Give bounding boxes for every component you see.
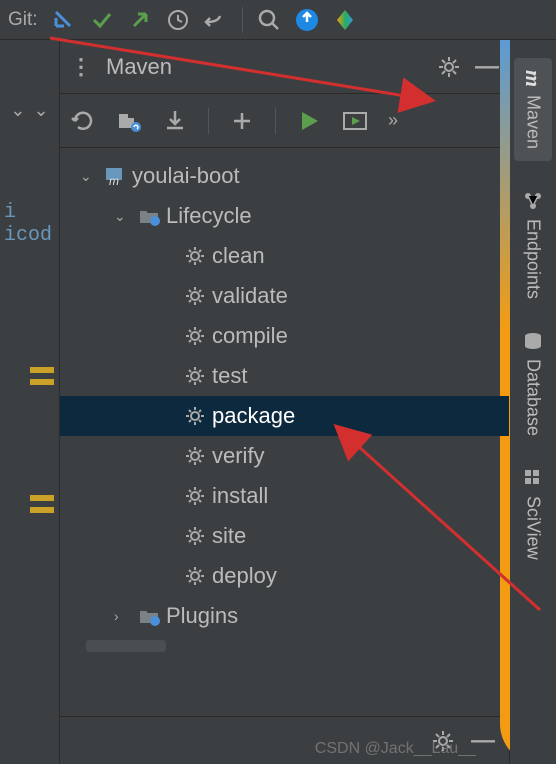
maven-tool-panel: ⋮ Maven — » ⌄ m youlai-boot ⌄	[60, 40, 510, 764]
gear-icon	[184, 325, 206, 347]
lifecycle-clean[interactable]: clean	[60, 236, 509, 276]
scrollbar-horizontal[interactable]	[86, 640, 166, 652]
panel-header: ⋮ Maven —	[60, 40, 509, 94]
tree-label: Plugins	[166, 603, 238, 629]
more-icon[interactable]: ⋮	[70, 54, 92, 80]
search-icon[interactable]	[257, 8, 281, 32]
change-marker	[30, 379, 54, 385]
tree-label: install	[212, 483, 268, 509]
lifecycle-test[interactable]: test	[60, 356, 509, 396]
sciview-icon	[523, 468, 543, 488]
run-icon[interactable]	[296, 108, 322, 134]
reload-icon[interactable]	[70, 108, 96, 134]
tree-label: compile	[212, 323, 288, 349]
tree-label: verify	[212, 443, 265, 469]
panel-toolbar: »	[60, 94, 509, 148]
plugins-node[interactable]: › Plugins	[60, 596, 509, 636]
folder-icon	[138, 205, 160, 227]
download-icon[interactable]	[162, 108, 188, 134]
chevron-down-icon[interactable]: ⌄	[10, 100, 25, 121]
tab-label: Database	[523, 359, 544, 436]
chevron-down-icon: ⌄	[114, 208, 132, 225]
minimize-icon[interactable]: —	[475, 53, 499, 81]
tree-label: site	[212, 523, 246, 549]
chevron-down-icon: ⌄	[80, 168, 98, 185]
tree-label: Lifecycle	[166, 203, 252, 229]
lifecycle-node[interactable]: ⌄ Lifecycle	[60, 196, 509, 236]
gear-icon	[184, 285, 206, 307]
run-config-icon[interactable]	[342, 108, 368, 134]
lifecycle-compile[interactable]: compile	[60, 316, 509, 356]
tree-label: deploy	[212, 563, 277, 589]
tab-label: Endpoints	[523, 219, 544, 299]
tree-label: youlai-boot	[132, 163, 240, 189]
lifecycle-verify[interactable]: verify	[60, 436, 509, 476]
watermark: CSDN @Jack__Lau__	[315, 740, 476, 758]
gear-icon	[184, 445, 206, 467]
gear-icon	[184, 405, 206, 427]
gear-icon	[184, 485, 206, 507]
tab-database[interactable]: Database	[517, 319, 550, 448]
top-toolbar: Git:	[0, 0, 556, 40]
history-icon[interactable]	[166, 8, 190, 32]
folder-icon	[138, 605, 160, 627]
tab-sciview[interactable]: SciView	[517, 456, 550, 572]
lifecycle-validate[interactable]: validate	[60, 276, 509, 316]
divider	[275, 108, 276, 134]
tree-label: clean	[212, 243, 265, 269]
settings-icon[interactable]	[437, 55, 461, 79]
gear-icon	[184, 245, 206, 267]
generate-sources-icon[interactable]	[116, 108, 142, 134]
git-pull-icon[interactable]	[52, 8, 76, 32]
lifecycle-deploy[interactable]: deploy	[60, 556, 509, 596]
editor-gutter: ⌄ ⌄ i icod	[0, 40, 60, 764]
divider	[208, 108, 209, 134]
database-icon	[523, 331, 543, 351]
tree-label: package	[212, 403, 295, 429]
jetbrains-icon[interactable]	[333, 8, 357, 32]
code-fragment: i icod	[0, 201, 59, 247]
change-marker	[30, 495, 54, 501]
tab-maven[interactable]: m Maven	[514, 58, 552, 161]
chevron-right-icon: ›	[114, 608, 132, 624]
git-commit-icon[interactable]	[90, 8, 114, 32]
git-label: Git:	[8, 9, 38, 31]
undo-icon[interactable]	[204, 8, 228, 32]
tree-label: test	[212, 363, 247, 389]
maven-module-icon: m	[104, 165, 126, 187]
tab-label: Maven	[523, 95, 544, 149]
gear-icon	[184, 565, 206, 587]
change-marker	[30, 367, 54, 373]
tree-label: validate	[212, 283, 288, 309]
lifecycle-site[interactable]: site	[60, 516, 509, 556]
lifecycle-package[interactable]: package	[60, 396, 509, 436]
lifecycle-install[interactable]: install	[60, 476, 509, 516]
endpoints-icon	[523, 191, 543, 211]
change-marker	[30, 507, 54, 513]
divider	[242, 7, 243, 33]
sync-icon[interactable]	[295, 8, 319, 32]
chevron-down-icon[interactable]: ⌄	[34, 100, 49, 121]
project-node[interactable]: ⌄ m youlai-boot	[60, 156, 509, 196]
tab-label: SciView	[523, 496, 544, 560]
git-push-icon[interactable]	[128, 8, 152, 32]
maven-logo-icon: m	[520, 70, 546, 87]
gear-icon	[184, 365, 206, 387]
add-icon[interactable]	[229, 108, 255, 134]
svg-text:m: m	[109, 174, 119, 187]
right-tool-strip: m Maven Endpoints Database SciView	[510, 40, 556, 764]
maven-tree: ⌄ m youlai-boot ⌄ Lifecycle clean validat…	[60, 148, 509, 716]
more-actions-icon[interactable]: »	[388, 110, 398, 131]
panel-title: Maven	[106, 54, 423, 80]
gear-icon	[184, 525, 206, 547]
tab-endpoints[interactable]: Endpoints	[517, 179, 550, 311]
